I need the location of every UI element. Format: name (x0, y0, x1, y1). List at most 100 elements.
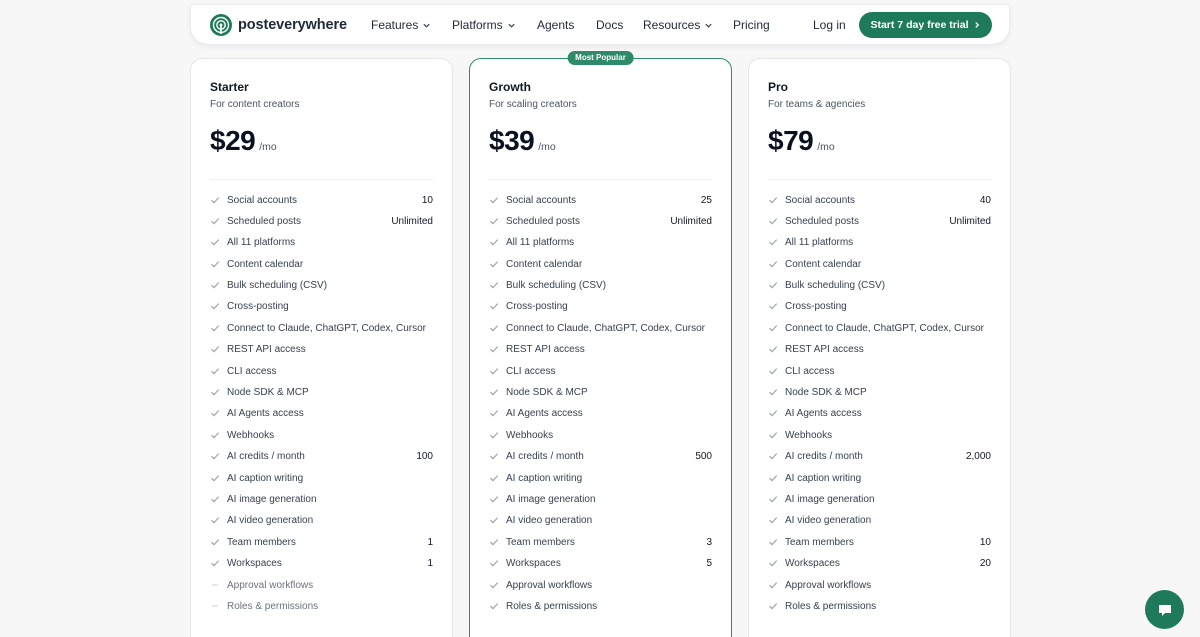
feature-list: Social accounts 40 Scheduled posts Unlimite… (768, 190, 991, 618)
check-icon (490, 496, 499, 503)
feature-row: Node SDK & MCP (489, 383, 712, 404)
feature-label: Scheduled posts (785, 215, 859, 227)
feature-value: 25 (700, 194, 712, 206)
feature-row: Connect to Claude, ChatGPT, Codex, Curso… (210, 318, 433, 339)
feature-label: AI video generation (506, 515, 593, 527)
check-icon (769, 581, 778, 588)
feature-label: Approval workflows (227, 579, 314, 591)
feature-label: Connect to Claude, ChatGPT, Codex, Curso… (785, 322, 984, 334)
check-icon (490, 431, 499, 439)
feature-value: 100 (416, 451, 433, 463)
feature-row: Approval workflows (210, 575, 433, 596)
check-icon (490, 603, 499, 610)
price-row: $29 /mo (210, 125, 277, 157)
dash-icon (212, 583, 218, 586)
check-icon (490, 581, 499, 588)
feature-row: CLI access (768, 361, 991, 382)
feature-label: All 11 platforms (506, 237, 575, 249)
check-icon (211, 410, 220, 417)
check-icon (490, 517, 499, 524)
nav-agents-label: Agents (537, 18, 575, 32)
nav-platforms[interactable]: Platforms (452, 18, 516, 32)
nav-docs[interactable]: Docs (596, 18, 623, 32)
feature-label: All 11 platforms (227, 237, 296, 249)
feature-row: AI caption writing (768, 468, 991, 489)
feature-label: AI credits / month (506, 451, 584, 463)
chat-widget-button[interactable] (1145, 590, 1184, 629)
feature-label: Roles & permissions (227, 600, 319, 612)
check-icon (211, 517, 220, 524)
feature-label: AI video generation (227, 515, 314, 527)
login-label: Log in (813, 18, 846, 32)
feature-row: Webhooks (210, 425, 433, 446)
plan-price: $79 (768, 125, 814, 156)
top-navbar: posteverywhere Features Platforms Agents… (190, 4, 1010, 45)
nav-features[interactable]: Features (371, 18, 431, 32)
feature-label: All 11 platforms (785, 237, 854, 249)
feature-label: AI Agents access (506, 408, 583, 420)
check-icon (490, 239, 499, 246)
check-icon (769, 282, 778, 289)
check-icon (211, 389, 220, 396)
feature-row: AI caption writing (489, 468, 712, 489)
plan-card-starter: Starter For content creators $29 /mo Soc… (190, 58, 453, 637)
feature-label: Webhooks (227, 429, 275, 441)
feature-row: Cross-posting (210, 297, 433, 318)
feature-label: Team members (785, 536, 854, 548)
feature-row: REST API access (489, 340, 712, 361)
check-icon (211, 496, 220, 503)
feature-label: Workspaces (785, 558, 840, 570)
feature-label: REST API access (785, 344, 864, 356)
check-icon (211, 367, 220, 375)
feature-label: Social accounts (227, 194, 298, 206)
check-icon (490, 218, 499, 225)
nav-pricing[interactable]: Pricing (733, 18, 770, 32)
start-trial-button[interactable]: Start 7 day free trial (859, 12, 992, 38)
check-icon (211, 431, 220, 439)
feature-value: Unlimited (949, 215, 991, 227)
feature-label: CLI access (785, 365, 835, 377)
feature-value: 500 (695, 451, 712, 463)
feature-value: 5 (706, 558, 712, 570)
feature-row: AI Agents access (489, 404, 712, 425)
dash-icon (212, 605, 218, 607)
brand-logo[interactable]: posteverywhere (209, 13, 347, 37)
check-icon (490, 538, 499, 546)
feature-row: AI video generation (210, 511, 433, 532)
feature-label: Webhooks (785, 429, 833, 441)
feature-row: AI image generation (210, 489, 433, 510)
check-icon (769, 367, 778, 375)
feature-row: AI caption writing (210, 468, 433, 489)
feature-row: Node SDK & MCP (210, 383, 433, 404)
feature-label: AI video generation (785, 515, 872, 527)
feature-label: Connect to Claude, ChatGPT, Codex, Curso… (506, 322, 705, 334)
feature-row: Workspaces 5 (489, 554, 712, 575)
feature-row: Cross-posting (489, 297, 712, 318)
feature-label: CLI access (506, 365, 556, 377)
check-icon (769, 538, 778, 546)
feature-row: AI Agents access (210, 404, 433, 425)
feature-row: Roles & permissions (210, 596, 433, 617)
check-icon (769, 560, 778, 567)
divider (768, 179, 991, 180)
feature-label: Team members (227, 536, 296, 548)
feature-label: CLI access (227, 365, 277, 377)
check-icon (769, 325, 778, 332)
check-icon (769, 410, 778, 417)
feature-label: Connect to Claude, ChatGPT, Codex, Curso… (227, 322, 426, 334)
nav-agents[interactable]: Agents (537, 18, 574, 32)
feature-row: AI credits / month 2,000 (768, 447, 991, 468)
feature-label: Cross-posting (227, 301, 289, 313)
feature-label: Bulk scheduling (CSV) (227, 280, 328, 292)
feature-list: Social accounts 25 Scheduled posts Unlimite… (489, 190, 712, 618)
feature-label: AI caption writing (506, 472, 583, 484)
feature-row: Content calendar (768, 254, 991, 275)
nav-resources[interactable]: Resources (643, 18, 713, 32)
feature-row: Cross-posting (768, 297, 991, 318)
start-trial-label: Start 7 day free trial (870, 19, 969, 31)
feature-row: Scheduled posts Unlimited (210, 211, 433, 232)
chevron-down-icon (508, 23, 515, 28)
feature-label: Scheduled posts (506, 215, 580, 227)
login-link[interactable]: Log in (813, 18, 846, 32)
feature-value: Unlimited (670, 215, 712, 227)
